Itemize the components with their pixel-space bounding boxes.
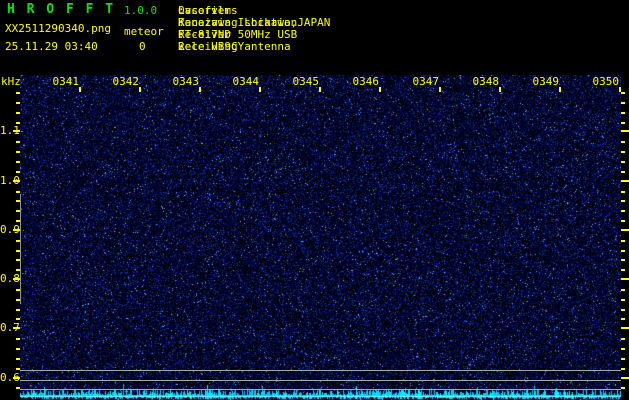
freq-tick-major-right [621,130,629,132]
freq-tick-minor-left [16,141,20,143]
time-label: 0345 [292,76,319,88]
freq-tick-minor-left [16,358,20,360]
spectrogram-axes-overlay: 0341 0342 0343 0344 0345 0346 0347 0348 0349 0350… [0,0,629,400]
freq-tick-major-right [621,180,629,182]
freq-tick-minor-left [16,122,20,124]
freq-tick-major-left [13,327,20,329]
time-label: 0350 [592,76,619,88]
time-label: 0342 [112,76,139,88]
freq-tick-minor-right [621,289,625,291]
freq-tick-minor-left [16,102,20,104]
time-label: 0348 [472,76,499,88]
time-tick-icon [499,87,501,92]
freq-tick-minor-left [16,309,20,311]
time-tick-icon [559,87,561,92]
freq-tick-minor-left [16,191,20,193]
freq-tick-minor-right [621,210,625,212]
freq-tick-minor-left [16,318,20,320]
freq-label: 0.7 [0,322,14,334]
freq-tick-minor-left [16,92,20,94]
freq-label: 0.6 [0,372,14,384]
freq-tick-minor-right [621,220,625,222]
freq-tick-minor-right [621,102,625,104]
marker-hline [20,370,621,371]
freq-label: 0.8 [0,273,14,285]
time-tick-icon [259,87,261,92]
freq-tick-minor-right [621,141,625,143]
freq-tick-major-left [13,229,20,231]
freq-tick-major-right [621,327,629,329]
freq-tick-minor-right [621,338,625,340]
time-tick-icon [139,87,141,92]
marker-hline [20,380,621,381]
time-label: 0349 [532,76,559,88]
time-tick-icon [379,87,381,92]
freq-tick-minor-right [621,171,625,173]
time-tick-icon [319,87,321,92]
time-tick-icon [439,87,441,92]
freq-tick-minor-right [621,122,625,124]
time-tick-icon [199,87,201,92]
freq-tick-minor-right [621,358,625,360]
time-tick-icon [79,87,81,92]
freq-tick-major-left [13,130,20,132]
freq-tick-minor-right [621,161,625,163]
time-label: 0341 [52,76,79,88]
freq-tick-major-left [13,180,20,182]
freq-tick-minor-right [621,309,625,311]
freq-tick-minor-right [621,151,625,153]
freq-tick-minor-right [621,259,625,261]
marker-vline [20,194,21,304]
freq-tick-major-right [621,229,629,231]
freq-tick-minor-left [16,161,20,163]
freq-tick-minor-right [621,318,625,320]
freq-tick-major-left [13,377,20,379]
freq-tick-minor-right [621,240,625,242]
freq-axis-unit-label: kHz [1,76,21,88]
freq-tick-minor-right [621,250,625,252]
freq-tick-major-left [13,278,20,280]
marker-hline [20,389,621,390]
freq-tick-minor-right [621,299,625,301]
hrofft-window: H R O F F T 1.0.0 XX2511290340.png meteo… [0,0,629,400]
time-label: 0343 [172,76,199,88]
freq-tick-major-right [621,278,629,280]
freq-label: 0.9 [0,224,14,236]
freq-tick-minor-right [621,191,625,193]
freq-tick-minor-right [621,92,625,94]
freq-tick-minor-right [621,200,625,202]
time-label: 0347 [412,76,439,88]
freq-label: 1.0 [0,175,14,187]
freq-tick-minor-right [621,269,625,271]
freq-tick-minor-right [621,368,625,370]
freq-tick-minor-right [621,348,625,350]
freq-tick-minor-left [16,151,20,153]
freq-tick-minor-left [16,338,20,340]
freq-tick-minor-right [621,112,625,114]
time-label: 0346 [352,76,379,88]
freq-tick-minor-left [16,348,20,350]
freq-tick-minor-left [16,112,20,114]
freq-tick-major-right [621,377,629,379]
freq-label: 1.1 [0,125,14,137]
time-label: 0344 [232,76,259,88]
freq-tick-minor-right [621,387,625,389]
freq-tick-minor-left [16,171,20,173]
